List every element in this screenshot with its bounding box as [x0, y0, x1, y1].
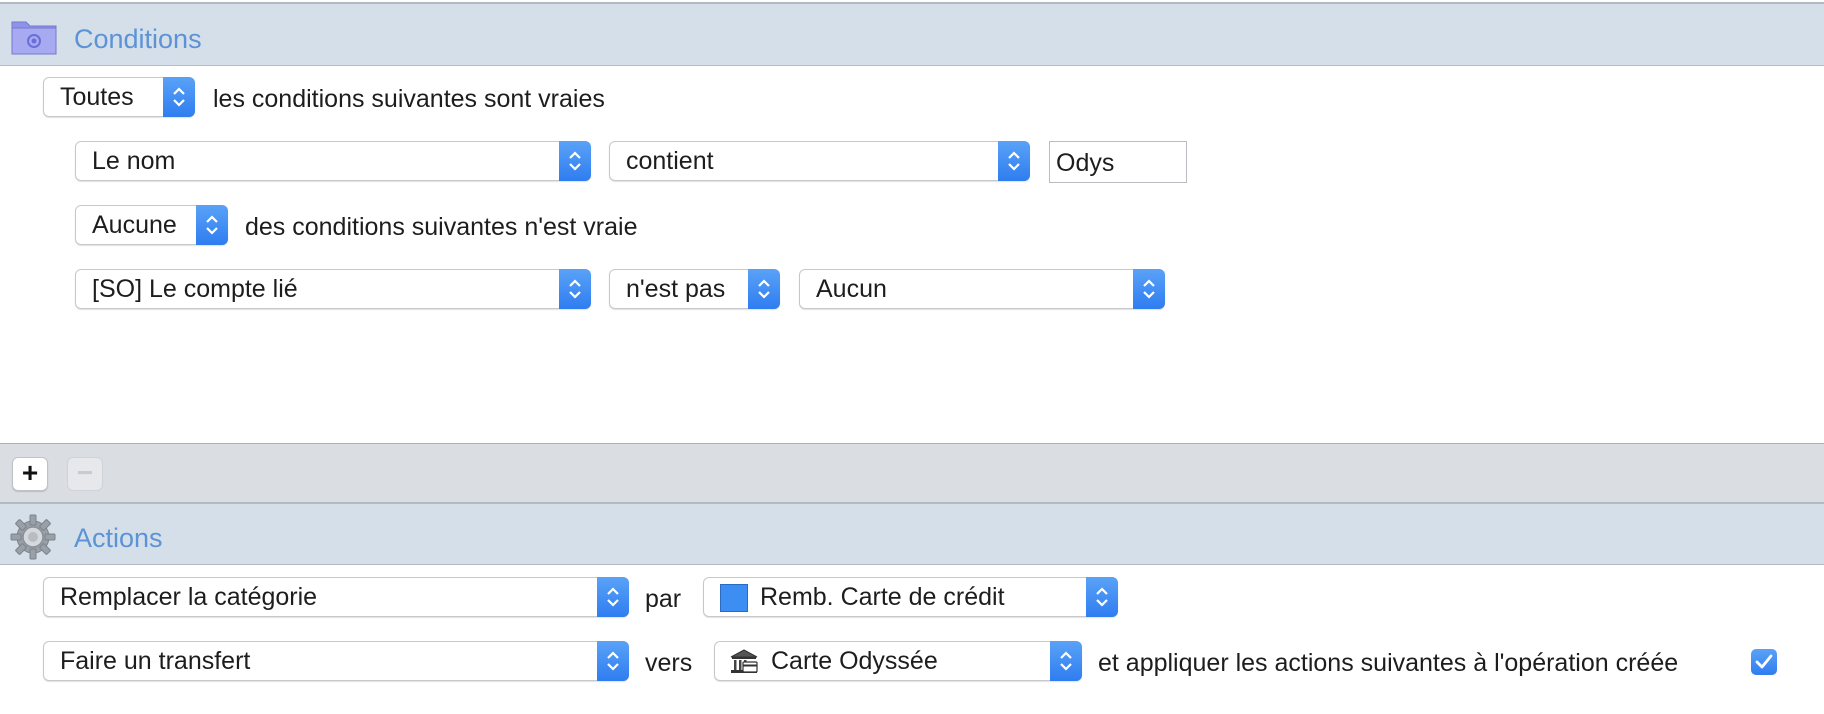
condition-operator-value: contient: [626, 147, 714, 175]
category-color-swatch: [720, 584, 748, 612]
action-connector-par: par: [645, 585, 682, 613]
action-type-value: Remplacer la catégorie: [60, 583, 318, 611]
group-condition-operator-value: n'est pas: [626, 275, 726, 303]
category-popup[interactable]: Remb. Carte de crédit: [703, 577, 1118, 617]
popup-arrows-icon: [597, 577, 629, 617]
popup-arrows-icon: [597, 641, 629, 681]
bank-icon: [730, 649, 758, 673]
match-mode-text: les conditions suivantes sont vraies: [213, 85, 605, 113]
group-match-mode-value: Aucune: [92, 211, 177, 239]
action-type-popup-2[interactable]: Faire un transfert: [43, 641, 629, 681]
condition-field-popup[interactable]: Le nom: [75, 141, 591, 181]
conditions-header: Conditions: [0, 2, 1824, 66]
category-value: Remb. Carte de crédit: [760, 583, 1005, 611]
actions-title: Actions: [74, 523, 163, 553]
condition-value-field[interactable]: Odys: [1049, 141, 1187, 183]
popup-arrows-icon: [1086, 577, 1118, 617]
group-condition-value-value: Aucun: [816, 275, 887, 303]
popup-arrows-icon: [1050, 641, 1082, 681]
action-type-value-2: Faire un transfert: [60, 647, 251, 675]
smart-folder-icon: [11, 21, 57, 55]
popup-arrows-icon: [1133, 269, 1165, 309]
remove-condition-button[interactable]: −: [67, 457, 103, 491]
condition-value-text: Odys: [1056, 149, 1115, 177]
group-match-mode-text: des conditions suivantes n'est vraie: [245, 213, 638, 241]
group-condition-field-value: [SO] Le compte lié: [92, 275, 298, 303]
group-condition-operator-popup[interactable]: n'est pas: [609, 269, 780, 309]
checkmark-icon: [1755, 654, 1773, 669]
conditions-title: Conditions: [74, 24, 202, 54]
apply-actions-checkbox[interactable]: [1751, 649, 1777, 675]
account-popup[interactable]: Carte Odyssée: [714, 641, 1082, 681]
match-mode-popup[interactable]: Toutes: [43, 77, 195, 117]
action-type-popup[interactable]: Remplacer la catégorie: [43, 577, 629, 617]
condition-operator-popup[interactable]: contient: [609, 141, 1030, 181]
match-mode-value: Toutes: [60, 83, 134, 111]
group-condition-field-popup[interactable]: [SO] Le compte lié: [75, 269, 591, 309]
account-value: Carte Odyssée: [771, 647, 938, 675]
add-condition-button[interactable]: +: [12, 457, 48, 491]
actions-header: Actions: [0, 503, 1824, 565]
popup-arrows-icon: [748, 269, 780, 309]
gear-icon: [10, 514, 56, 560]
popup-arrows-icon: [196, 205, 228, 245]
popup-arrows-icon: [559, 269, 591, 309]
apply-actions-text: et appliquer les actions suivantes à l'o…: [1098, 649, 1679, 677]
group-match-mode-popup[interactable]: Aucune: [75, 205, 228, 245]
conditions-toolbar: + −: [0, 443, 1824, 503]
condition-field-value: Le nom: [92, 147, 176, 175]
popup-arrows-icon: [998, 141, 1030, 181]
popup-arrows-icon: [163, 77, 195, 117]
popup-arrows-icon: [559, 141, 591, 181]
action-connector-vers: vers: [645, 649, 693, 677]
group-condition-value-popup[interactable]: Aucun: [799, 269, 1165, 309]
